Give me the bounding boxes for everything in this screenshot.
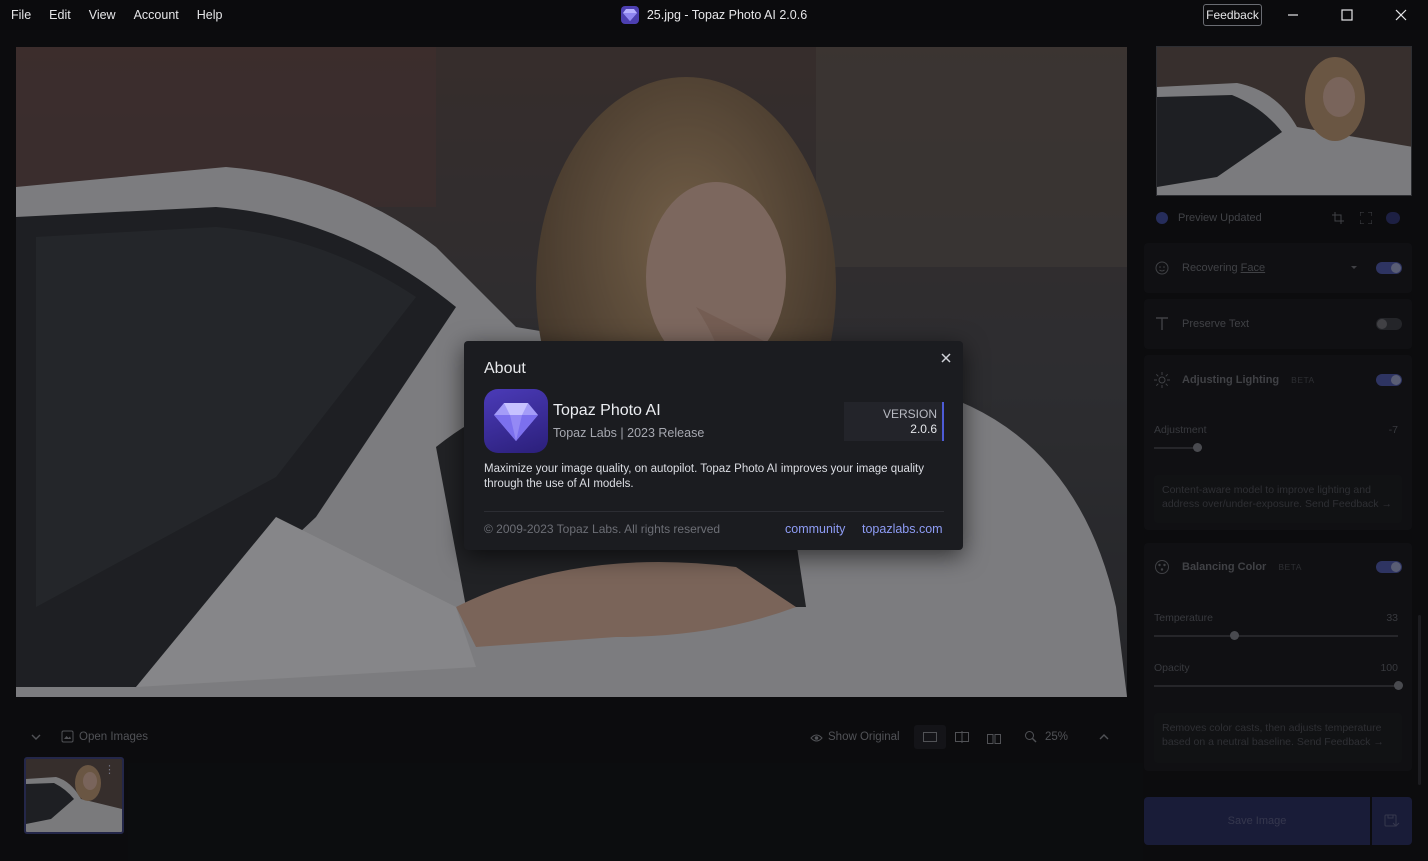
- product-description: Maximize your image quality, on autopilo…: [484, 463, 924, 490]
- close-window-icon[interactable]: [1378, 0, 1424, 30]
- product-company: Topaz Labs | 2023 Release: [553, 426, 705, 440]
- menu-file[interactable]: File: [2, 0, 40, 30]
- copyright-text: © 2009-2023 Topaz Labs. All rights reser…: [484, 522, 721, 536]
- title-bar: File Edit View Account Help 25.jpg - Top…: [0, 0, 1428, 30]
- feedback-button[interactable]: Feedback: [1203, 4, 1262, 26]
- gem-icon: [620, 6, 639, 24]
- minimize-icon[interactable]: [1270, 0, 1316, 30]
- product-name: Topaz Photo AI: [553, 402, 661, 419]
- window-title-text: 25.jpg - Topaz Photo AI 2.0.6: [646, 8, 808, 22]
- website-link[interactable]: topazlabs.com: [862, 522, 943, 536]
- menu-account[interactable]: Account: [125, 0, 188, 30]
- menu-bar: File Edit View Account Help: [0, 0, 231, 30]
- version-box: VERSION 2.0.6: [844, 402, 944, 441]
- maximize-icon[interactable]: [1324, 0, 1370, 30]
- menu-help[interactable]: Help: [188, 0, 232, 30]
- menu-edit[interactable]: Edit: [40, 0, 80, 30]
- app-logo-icon: [484, 389, 548, 453]
- divider: [484, 511, 944, 512]
- close-icon[interactable]: [938, 350, 954, 366]
- community-link[interactable]: community: [785, 522, 845, 536]
- version-label: VERSION: [882, 407, 937, 421]
- version-number: 2.0.6: [910, 422, 937, 436]
- dialog-title: About: [484, 360, 526, 377]
- about-dialog: About Topaz Photo AI Topaz Labs | 2023 R…: [464, 341, 963, 550]
- menu-view[interactable]: View: [80, 0, 125, 30]
